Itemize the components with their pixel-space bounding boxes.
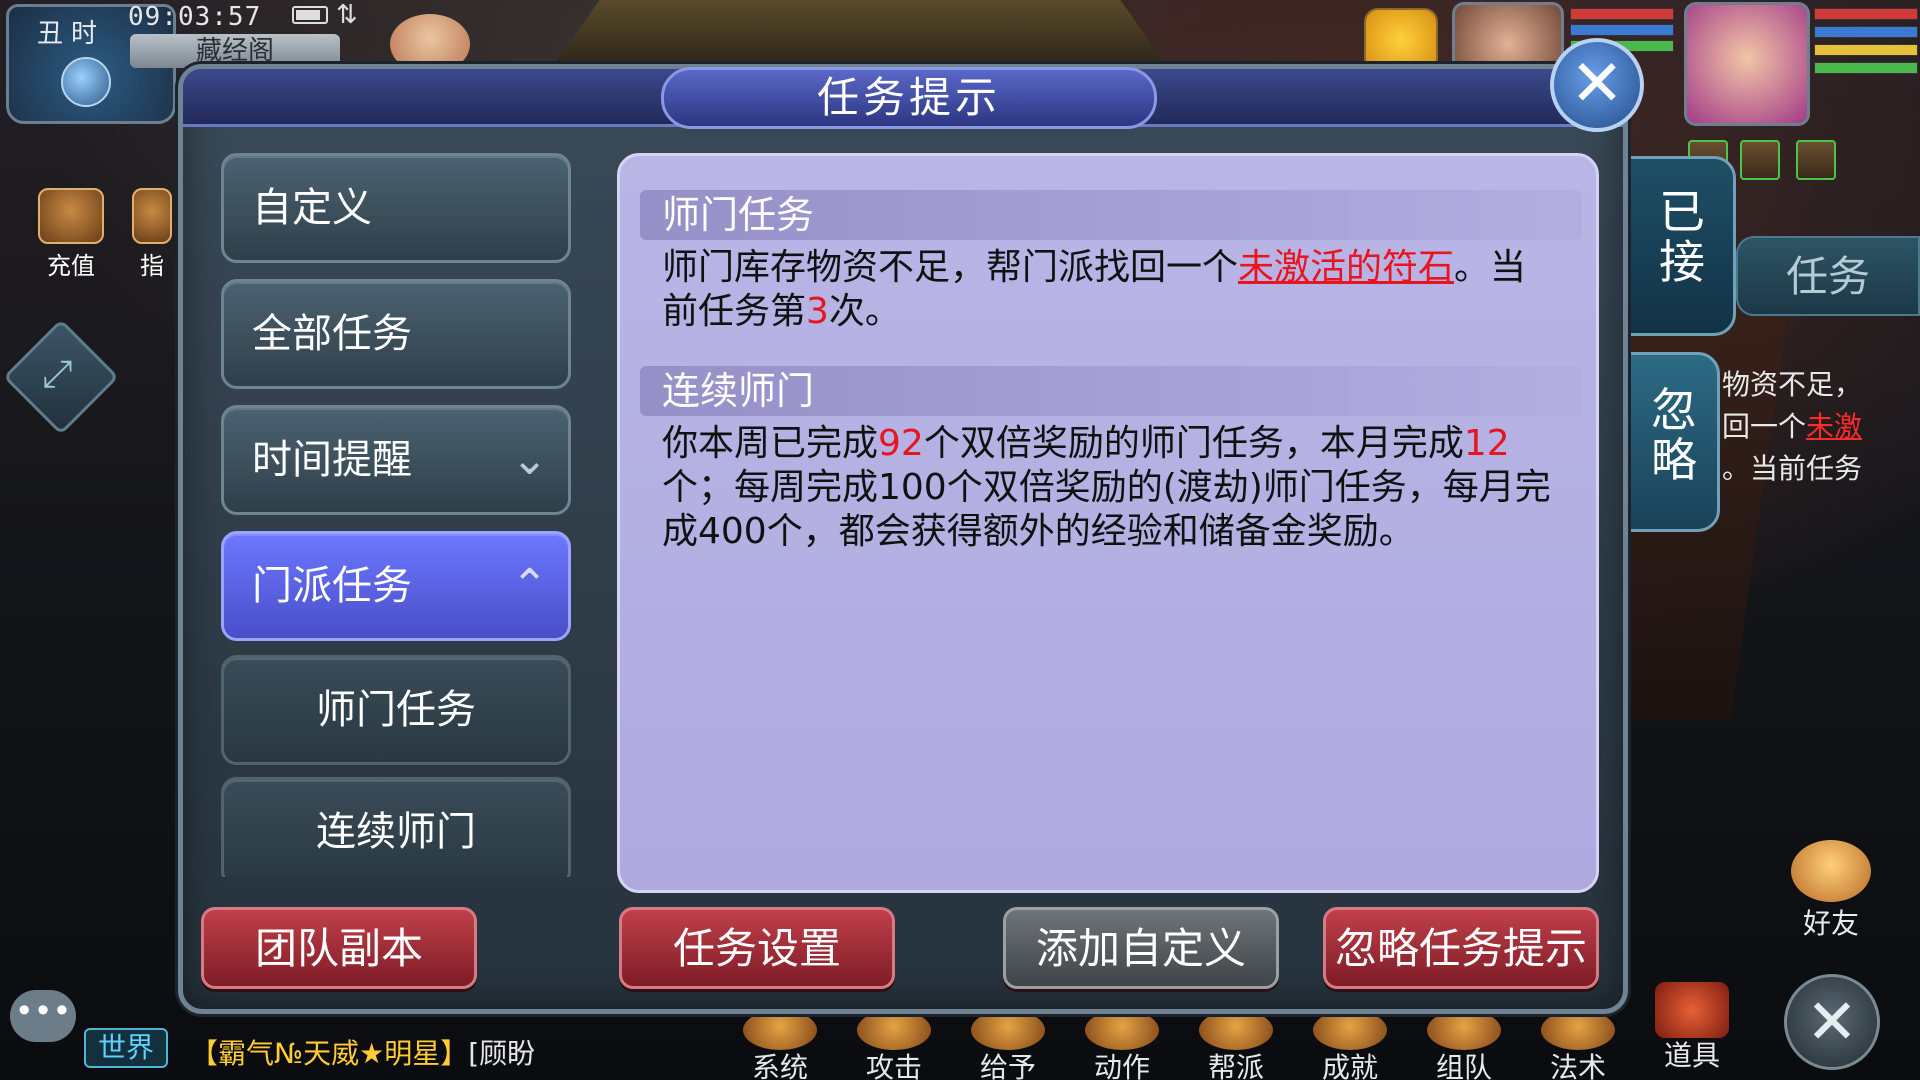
team-dungeon-button[interactable]: 团队副本 bbox=[201, 907, 477, 989]
ignore-task-tip-button[interactable]: 忽略任务提示 bbox=[1323, 907, 1599, 989]
tracker-link[interactable]: 未激 bbox=[1806, 410, 1862, 443]
system-icon bbox=[743, 1010, 817, 1050]
task-side-tabs: 已 接 忽 略 bbox=[1628, 156, 1736, 534]
menu-achievement[interactable]: 成就 bbox=[1300, 1010, 1400, 1080]
menu-item-sect-tasks[interactable]: 门派任务 ⌃ bbox=[221, 531, 571, 641]
tracker-line: 物资不足， bbox=[1722, 368, 1863, 401]
shichen-label: 丑时 bbox=[37, 19, 106, 49]
expand-icon: ⤢ bbox=[42, 351, 73, 396]
tab-ignored[interactable]: 忽 略 bbox=[1628, 352, 1720, 532]
menu-item-all-tasks[interactable]: 全部任务 bbox=[221, 279, 571, 389]
week-count: 92 bbox=[878, 423, 924, 464]
battery-icon bbox=[292, 6, 328, 24]
chevron-down-icon: ⌄ bbox=[511, 434, 548, 485]
player-avatar[interactable] bbox=[1684, 2, 1810, 126]
location-label: 藏经阁 bbox=[130, 34, 340, 68]
friend-button[interactable]: 好友 bbox=[1786, 840, 1876, 942]
dialog-title: 任务提示 bbox=[661, 67, 1157, 129]
guild-icon bbox=[1199, 1010, 1273, 1050]
scene-roof bbox=[550, 0, 1170, 70]
guide-label: 指 bbox=[140, 252, 164, 280]
attack-icon bbox=[857, 1010, 931, 1050]
section-text: 你本周已完成92个双倍奖励的师门任务，本月完成12个；每周完成100个双倍奖励的… bbox=[662, 423, 1551, 552]
menu-items[interactable]: 道具 bbox=[1642, 982, 1742, 1074]
give-icon bbox=[971, 1010, 1045, 1050]
moon-icon bbox=[61, 57, 111, 107]
menu-subitem-continuous-master[interactable]: 连续师门 bbox=[221, 777, 571, 877]
tracker-line: 。当前任务 bbox=[1722, 452, 1863, 485]
player-mp-bar bbox=[1814, 26, 1918, 38]
treasure-chest-icon bbox=[38, 188, 104, 244]
item-link[interactable]: 未激活的符石 bbox=[1238, 247, 1454, 288]
chat-bubble-icon[interactable]: ••• bbox=[10, 990, 76, 1042]
menu-team[interactable]: 组队 bbox=[1414, 1010, 1514, 1080]
pet-avatar[interactable] bbox=[1364, 8, 1438, 72]
menu-item-custom[interactable]: 自定义 bbox=[221, 153, 571, 263]
add-custom-button[interactable]: 添加自定义 bbox=[1003, 907, 1279, 989]
friend-label: 好友 bbox=[1802, 907, 1859, 940]
target-mp-bar bbox=[1570, 24, 1674, 36]
menu-guild[interactable]: 帮派 bbox=[1186, 1010, 1286, 1080]
chat-text: [顾盼 bbox=[468, 1037, 536, 1070]
bag-icon bbox=[1655, 982, 1729, 1038]
recharge-label: 充值 bbox=[47, 252, 95, 280]
target-hp-bar bbox=[1570, 8, 1674, 20]
menu-subitem-master-task[interactable]: 师门任务 bbox=[221, 655, 571, 765]
section-text: 师门库存物资不足，帮门派找回一个未激活的符石。当前任务第3次。 bbox=[662, 247, 1527, 332]
menu-item-time-reminder[interactable]: 时间提醒 ⌄ bbox=[221, 405, 571, 515]
buff-icon[interactable] bbox=[1740, 140, 1780, 180]
task-settings-button[interactable]: 任务设置 bbox=[619, 907, 895, 989]
tracker-line: 回一个未激 bbox=[1722, 410, 1863, 443]
menu-give[interactable]: 给予 bbox=[958, 1010, 1058, 1080]
chevron-up-icon: ⌃ bbox=[511, 560, 548, 611]
menu-action[interactable]: 动作 bbox=[1072, 1010, 1172, 1080]
chat-sender: 【霸气№天威★明星】 bbox=[190, 1037, 469, 1070]
scroll-icon bbox=[132, 188, 172, 244]
team-icon bbox=[1427, 1010, 1501, 1050]
close-icon[interactable]: ✕ bbox=[1550, 38, 1644, 132]
recharge-button[interactable]: 充值 bbox=[26, 188, 116, 281]
signal-icon: ⇅ bbox=[336, 0, 358, 30]
tab-accepted[interactable]: 已 接 bbox=[1628, 156, 1736, 336]
task-detail-panel[interactable]: 师门任务 师门库存物资不足，帮门派找回一个未激活的符石。当前任务第3次。 连续师… bbox=[617, 153, 1599, 893]
section-master-task: 师门任务 师门库存物资不足，帮门派找回一个未激活的符石。当前任务第3次。 bbox=[640, 190, 1582, 334]
player-xp-bar bbox=[1814, 62, 1918, 74]
section-continuous-master: 连续师门 你本周已完成92个双倍奖励的师门任务，本月完成12个；每周完成100个… bbox=[640, 366, 1582, 554]
guide-button[interactable]: 指 bbox=[122, 188, 182, 281]
task-count: 3 bbox=[806, 291, 829, 332]
menu-system[interactable]: 系统 bbox=[730, 1010, 830, 1080]
section-title: 师门任务 bbox=[640, 190, 1582, 240]
skill-icon bbox=[1541, 1010, 1615, 1050]
action-icon bbox=[1085, 1010, 1159, 1050]
menu-attack[interactable]: 攻击 bbox=[844, 1010, 944, 1080]
month-count: 12 bbox=[1463, 423, 1510, 464]
chat-message[interactable]: 【霸气№天威★明星】[顾盼 bbox=[190, 1032, 535, 1072]
task-tracker-text[interactable]: 物资不足， 回一个未激 。当前任务 bbox=[1722, 364, 1920, 490]
menu-skill[interactable]: 法术 bbox=[1528, 1010, 1628, 1080]
player-hp-bar bbox=[1814, 8, 1918, 20]
player-sp-bar bbox=[1814, 44, 1918, 56]
task-tip-dialog: 任务提示 自定义 全部任务 时间提醒 ⌄ 门派任务 ⌃ 师门任务 连续师门 师门任务… bbox=[178, 64, 1628, 1014]
clock-time: 09:03:57 bbox=[128, 2, 262, 32]
task-category-list[interactable]: 自定义 全部任务 时间提醒 ⌄ 门派任务 ⌃ 师门任务 连续师门 bbox=[221, 153, 571, 877]
buff-icon[interactable] bbox=[1796, 140, 1836, 180]
task-tracker-tab[interactable]: 任务 bbox=[1736, 236, 1920, 316]
achievement-icon bbox=[1313, 1010, 1387, 1050]
section-title: 连续师门 bbox=[640, 366, 1582, 416]
chat-channel-badge[interactable]: 世界 bbox=[84, 1028, 168, 1068]
handshake-icon bbox=[1791, 840, 1871, 902]
close-menu-button[interactable]: ✕ bbox=[1784, 974, 1880, 1070]
